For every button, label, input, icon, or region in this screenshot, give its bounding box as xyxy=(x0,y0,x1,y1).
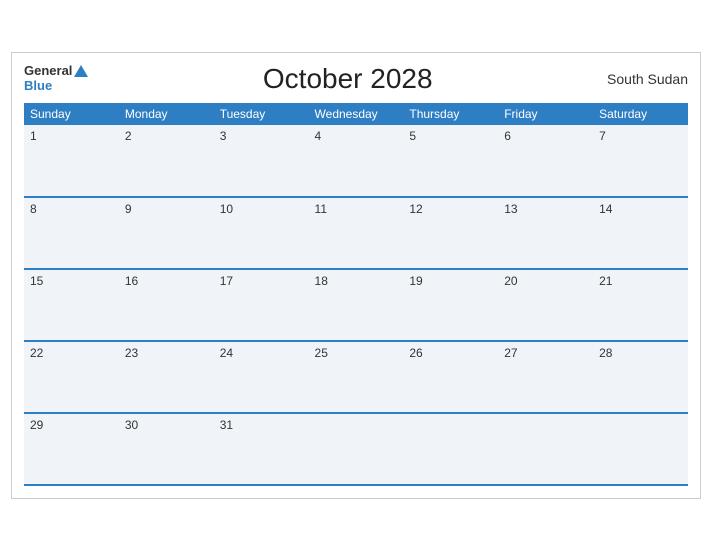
col-saturday: Saturday xyxy=(593,103,688,125)
day-cell: 4 xyxy=(309,125,404,197)
day-cell: 31 xyxy=(214,413,309,485)
day-cell: 11 xyxy=(309,197,404,269)
day-cell xyxy=(403,413,498,485)
logo-general-text: General xyxy=(24,64,72,78)
day-cell: 22 xyxy=(24,341,119,413)
day-cell: 10 xyxy=(214,197,309,269)
logo-triangle-icon xyxy=(74,65,88,77)
week-row-4: 22232425262728 xyxy=(24,341,688,413)
day-cell: 2 xyxy=(119,125,214,197)
calendar-body: 1234567891011121314151617181920212223242… xyxy=(24,125,688,485)
day-cell: 25 xyxy=(309,341,404,413)
day-cell: 3 xyxy=(214,125,309,197)
day-cell: 7 xyxy=(593,125,688,197)
day-cell xyxy=(309,413,404,485)
calendar-thead: Sunday Monday Tuesday Wednesday Thursday… xyxy=(24,103,688,125)
day-cell: 18 xyxy=(309,269,404,341)
col-thursday: Thursday xyxy=(403,103,498,125)
day-cell: 24 xyxy=(214,341,309,413)
col-monday: Monday xyxy=(119,103,214,125)
day-cell: 21 xyxy=(593,269,688,341)
day-cell: 5 xyxy=(403,125,498,197)
day-cell: 27 xyxy=(498,341,593,413)
col-wednesday: Wednesday xyxy=(309,103,404,125)
day-cell: 15 xyxy=(24,269,119,341)
week-row-3: 15161718192021 xyxy=(24,269,688,341)
col-friday: Friday xyxy=(498,103,593,125)
day-cell: 17 xyxy=(214,269,309,341)
day-cell: 14 xyxy=(593,197,688,269)
day-cell: 28 xyxy=(593,341,688,413)
week-row-2: 891011121314 xyxy=(24,197,688,269)
calendar-title: October 2028 xyxy=(263,63,433,95)
col-sunday: Sunday xyxy=(24,103,119,125)
calendar-header: General Blue October 2028 South Sudan xyxy=(24,63,688,95)
day-cell: 16 xyxy=(119,269,214,341)
country-name: South Sudan xyxy=(607,71,688,87)
day-cell: 29 xyxy=(24,413,119,485)
logo-general: General xyxy=(24,64,88,78)
col-tuesday: Tuesday xyxy=(214,103,309,125)
day-cell: 23 xyxy=(119,341,214,413)
days-header-row: Sunday Monday Tuesday Wednesday Thursday… xyxy=(24,103,688,125)
day-cell xyxy=(593,413,688,485)
logo-blue-text: Blue xyxy=(24,79,88,93)
day-cell: 30 xyxy=(119,413,214,485)
week-row-1: 1234567 xyxy=(24,125,688,197)
calendar-container: General Blue October 2028 South Sudan Su… xyxy=(11,52,701,499)
day-cell: 20 xyxy=(498,269,593,341)
day-cell: 1 xyxy=(24,125,119,197)
calendar-table: Sunday Monday Tuesday Wednesday Thursday… xyxy=(24,103,688,486)
day-cell: 6 xyxy=(498,125,593,197)
day-cell: 13 xyxy=(498,197,593,269)
day-cell: 9 xyxy=(119,197,214,269)
week-row-5: 293031 xyxy=(24,413,688,485)
day-cell xyxy=(498,413,593,485)
day-cell: 12 xyxy=(403,197,498,269)
logo: General Blue xyxy=(24,64,88,93)
day-cell: 26 xyxy=(403,341,498,413)
day-cell: 8 xyxy=(24,197,119,269)
day-cell: 19 xyxy=(403,269,498,341)
